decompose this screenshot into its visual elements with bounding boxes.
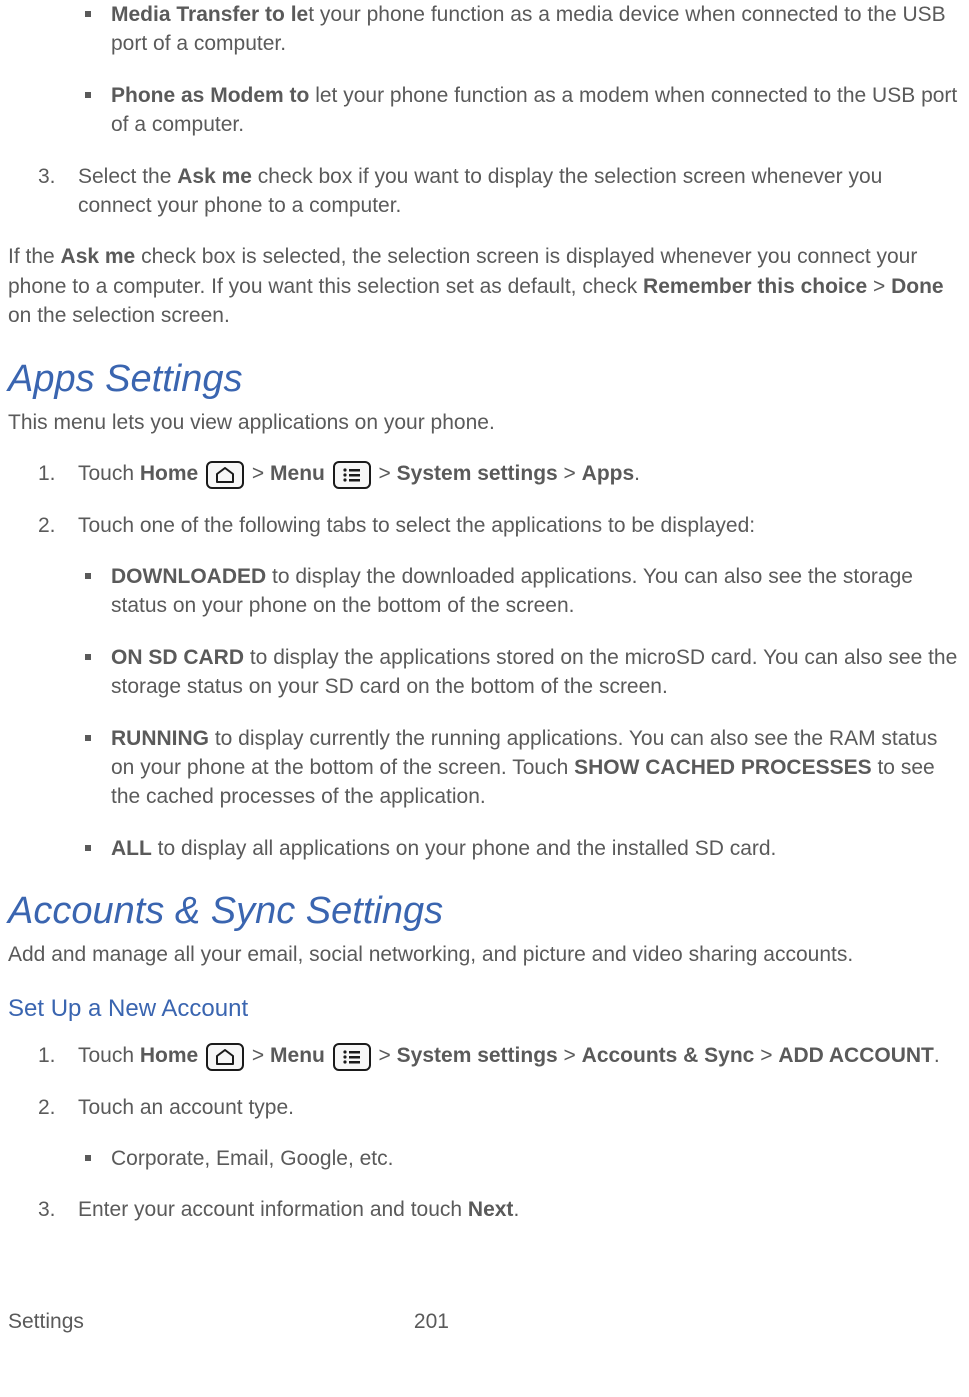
step-text: Touch one of the following tabs to selec…: [78, 511, 961, 540]
set-up-new-account-heading: Set Up a New Account: [8, 992, 961, 1026]
step-number: 2.: [38, 1093, 78, 1122]
step-text: Enter your account information and touch…: [78, 1195, 961, 1224]
apps-step-1: 1. Touch Home > Menu > System settings >…: [8, 459, 961, 488]
step-3-ask-me: 3. Select the Ask me check box if you wa…: [8, 162, 961, 221]
accounts-sync-heading: Accounts & Sync Settings: [8, 885, 961, 938]
tab-on-sd-card: ON SD CARD to display the applications s…: [8, 643, 961, 702]
accounts-intro: Add and manage all your email, social ne…: [8, 940, 961, 969]
footer-section-name: Settings: [8, 1307, 84, 1336]
account-type-examples: Corporate, Email, Google, etc.: [8, 1144, 961, 1173]
step-text: Touch Home > Menu > System settings > Ac…: [78, 1041, 961, 1070]
bullet-text: DOWNLOADED to display the downloaded app…: [111, 562, 961, 621]
tab-running: RUNNING to display currently the running…: [8, 724, 961, 812]
square-bullet-icon: [85, 573, 91, 579]
bullet-text: Phone as Modem to let your phone functio…: [111, 81, 961, 140]
account-type-list: Corporate, Email, Google, etc.: [8, 1144, 961, 1173]
ask-me-paragraph: If the Ask me check box is selected, the…: [8, 242, 961, 330]
bullet-text: ON SD CARD to display the applications s…: [111, 643, 961, 702]
square-bullet-icon: [85, 735, 91, 741]
square-bullet-icon: [85, 845, 91, 851]
bullet-text: ALL to display all applications on your …: [111, 834, 961, 863]
step-number: 1.: [38, 459, 78, 488]
step-text: Touch Home > Menu > System settings > Ap…: [78, 459, 961, 488]
page-footer: Settings 201: [0, 1247, 969, 1356]
accounts-step-2: 2. Touch an account type.: [8, 1093, 961, 1122]
square-bullet-icon: [85, 11, 91, 17]
step-number: 3.: [38, 1195, 78, 1224]
tab-all: ALL to display all applications on your …: [8, 834, 961, 863]
bullet-phone-modem: Phone as Modem to let your phone functio…: [8, 81, 961, 140]
step-number: 1.: [38, 1041, 78, 1070]
bullet-text: Media Transfer to let your phone functio…: [111, 0, 961, 59]
apps-tabs-list: DOWNLOADED to display the downloaded app…: [8, 562, 961, 863]
accounts-numbered-list-cont: 3. Enter your account information and to…: [8, 1195, 961, 1224]
accounts-numbered-list: 1. Touch Home > Menu > System settings >…: [8, 1041, 961, 1122]
apps-numbered-list: 1. Touch Home > Menu > System settings >…: [8, 459, 961, 540]
apps-settings-heading: Apps Settings: [8, 353, 961, 406]
top-numbered-list: 3. Select the Ask me check box if you wa…: [8, 162, 961, 221]
square-bullet-icon: [85, 654, 91, 660]
step-text: Select the Ask me check box if you want …: [78, 162, 961, 221]
bullet-media-transfer: Media Transfer to let your phone functio…: [8, 0, 961, 59]
step-number: 3.: [38, 162, 78, 191]
accounts-step-1: 1. Touch Home > Menu > System settings >…: [8, 1041, 961, 1070]
footer-page-number: 201: [414, 1307, 449, 1336]
apps-intro: This menu lets you view applications on …: [8, 408, 961, 437]
menu-icon: [333, 461, 371, 489]
apps-step-2: 2. Touch one of the following tabs to se…: [8, 511, 961, 540]
bullet-text: Corporate, Email, Google, etc.: [111, 1144, 961, 1173]
step-text: Touch an account type.: [78, 1093, 961, 1122]
accounts-step-3: 3. Enter your account information and to…: [8, 1195, 961, 1224]
home-icon: [206, 461, 244, 489]
square-bullet-icon: [85, 92, 91, 98]
top-bullet-list: Media Transfer to let your phone functio…: [8, 0, 961, 140]
step-number: 2.: [38, 511, 78, 540]
square-bullet-icon: [85, 1155, 91, 1161]
tab-downloaded: DOWNLOADED to display the downloaded app…: [8, 562, 961, 621]
menu-icon: [333, 1043, 371, 1071]
bullet-text: RUNNING to display currently the running…: [111, 724, 961, 812]
home-icon: [206, 1043, 244, 1071]
